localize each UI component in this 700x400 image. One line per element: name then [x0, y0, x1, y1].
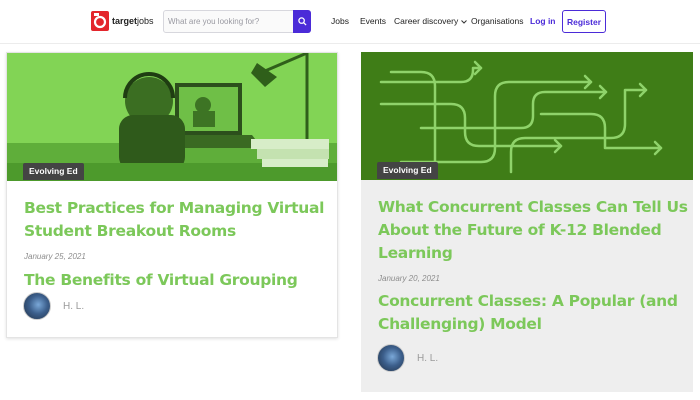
article-image-virtual-learning[interactable]: [7, 53, 337, 181]
category-tag[interactable]: Evolving Ed: [23, 163, 84, 180]
search-icon: [297, 17, 307, 26]
article-image-arrows[interactable]: [361, 52, 693, 180]
author-block[interactable]: H. L.: [377, 344, 438, 372]
nav-events[interactable]: Events: [360, 16, 386, 26]
top-navigation-bar: targetjobs Jobs Events Career discovery …: [0, 0, 700, 44]
chevron-down-icon: [461, 16, 468, 26]
article-title-line: What Concurrent Classes Can Tell Us: [378, 198, 688, 216]
search-input[interactable]: [164, 11, 294, 32]
author-block[interactable]: H. L.: [23, 292, 84, 320]
nav-career-discovery[interactable]: Career discovery: [394, 16, 468, 26]
article-title-line: Student Breakout Rooms: [24, 222, 236, 240]
search-bar: [163, 10, 311, 33]
article-title[interactable]: Best Practices for Managing Virtual Stud…: [24, 197, 325, 243]
article-subtitle-line: Challenging) Model: [378, 315, 542, 333]
site-logo[interactable]: targetjobs: [91, 11, 154, 31]
article-card[interactable]: Evolving Ed What Concurrent Classes Can …: [361, 52, 693, 392]
avatar: [23, 292, 51, 320]
author-name: H. L.: [63, 300, 85, 312]
article-title-line: Learning: [378, 244, 453, 262]
search-button[interactable]: [293, 10, 311, 33]
article-title-line: Best Practices for Managing Virtual: [24, 199, 325, 217]
article-subtitle-line: The Benefits of Virtual Grouping: [24, 271, 298, 289]
nav-organisations[interactable]: Organisations: [471, 16, 523, 26]
article-card[interactable]: Evolving Ed Best Practices for Managing …: [6, 52, 338, 338]
avatar: [377, 344, 405, 372]
article-subtitle-line: Concurrent Classes: A Popular (and: [378, 292, 678, 310]
article-subtitle[interactable]: Concurrent Classes: A Popular (and Chall…: [378, 290, 678, 336]
article-date: January 20, 2021: [378, 274, 440, 283]
article-date: January 25, 2021: [24, 252, 86, 261]
category-tag[interactable]: Evolving Ed: [377, 162, 438, 179]
register-button[interactable]: Register: [562, 10, 606, 33]
article-subtitle[interactable]: The Benefits of Virtual Grouping: [24, 269, 298, 292]
nav-career-label: Career discovery: [394, 16, 459, 26]
logo-mark-icon: [91, 11, 109, 31]
article-title-line: About the Future of K-12 Blended: [378, 221, 662, 239]
login-link[interactable]: Log in: [530, 16, 556, 26]
author-name: H. L.: [417, 352, 439, 364]
nav-jobs[interactable]: Jobs: [331, 16, 349, 26]
logo-wordmark: targetjobs: [112, 16, 154, 26]
article-title[interactable]: What Concurrent Classes Can Tell Us Abou…: [378, 196, 688, 265]
